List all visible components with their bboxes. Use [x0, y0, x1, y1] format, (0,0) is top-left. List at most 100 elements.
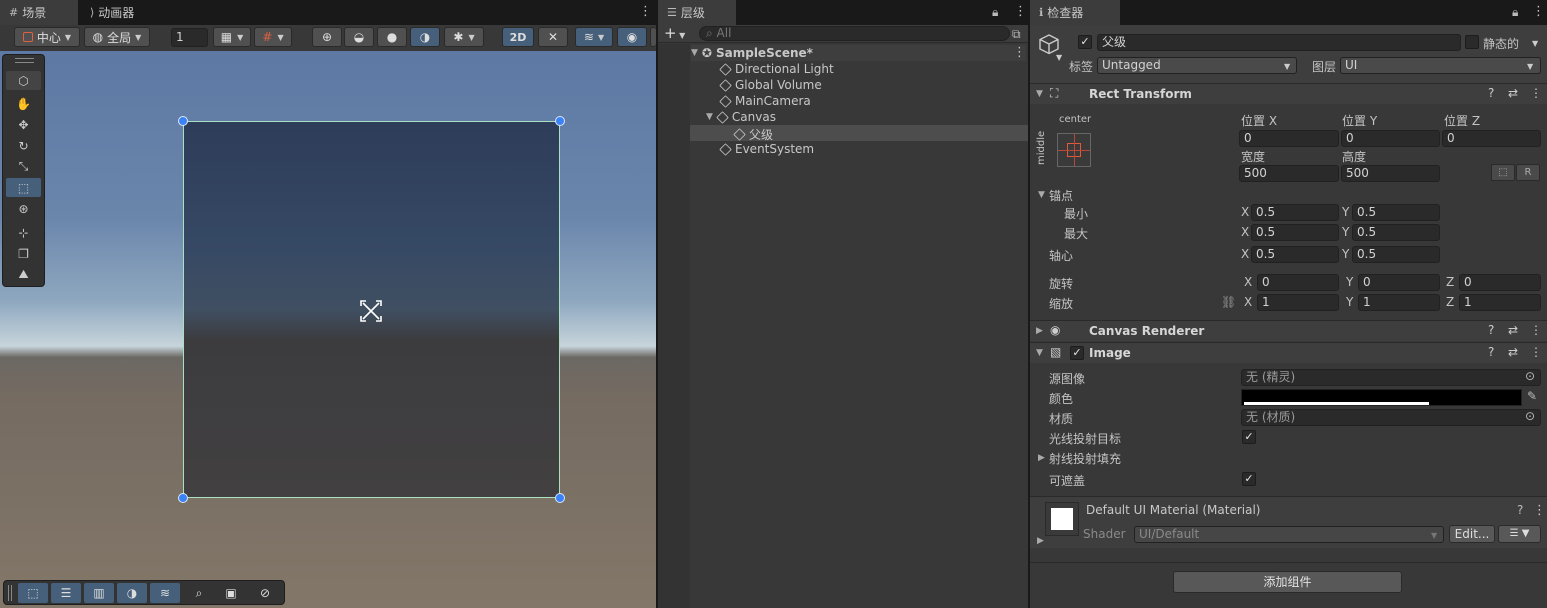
maskable-checkbox[interactable]: ✓ — [1242, 472, 1256, 486]
layer-dropdown[interactable]: UI — [1340, 57, 1541, 74]
shader-dropdown[interactable]: UI/Default — [1134, 526, 1444, 543]
canvas-renderer-header[interactable]: ▶ ◉ Canvas Renderer ? ⇄ ⋮ — [1030, 320, 1547, 341]
anchor-min-y-field[interactable]: 0.5 — [1352, 204, 1440, 221]
object-picker-icon[interactable]: ⊙ — [1525, 369, 1535, 383]
expand-arrow-icon[interactable]: ▶ — [1038, 453, 1045, 463]
anchor-min-x-field[interactable]: 0.5 — [1251, 204, 1339, 221]
shaded-wireframe-button[interactable]: ◒ — [344, 27, 374, 47]
image-enabled-checkbox[interactable]: ✓ — [1070, 346, 1084, 360]
palette-drag-handle[interactable] — [15, 58, 34, 63]
scene-row[interactable]: ▼ ✪ SampleScene* — [691, 45, 1026, 61]
component-menu-icon[interactable]: ⋮ — [1530, 345, 1542, 359]
material-preview[interactable] — [1045, 502, 1079, 536]
wireframe-button[interactable]: ⊕ — [312, 27, 342, 47]
rect-handle-tl[interactable] — [178, 116, 188, 126]
edit-shader-button[interactable]: Edit... — [1449, 525, 1495, 543]
help-icon[interactable]: ? — [1488, 323, 1494, 337]
overlay-layers-icon[interactable]: ≋ — [150, 583, 180, 603]
hierarchy-item[interactable]: EventSystem — [719, 142, 814, 156]
lock-icon[interactable]: 🔒︎ — [992, 5, 998, 20]
hierarchy-menu-icon[interactable]: ⋮ — [1014, 5, 1027, 18]
component-menu-icon[interactable]: ⋮ — [1530, 86, 1542, 100]
tag-dropdown[interactable]: Untagged — [1097, 57, 1297, 74]
pivot-dropdown[interactable]: 中心 ▼ — [14, 27, 80, 47]
space-dropdown[interactable]: ◍ 全局 ▼ — [84, 27, 150, 47]
rotation-z-field[interactable]: 0 — [1459, 274, 1541, 291]
tab-hierarchy[interactable]: ☰ 层级 — [658, 0, 736, 25]
pos-x-field[interactable]: 0 — [1239, 130, 1339, 147]
overlay-compass-icon[interactable]: ⊘ — [250, 583, 280, 603]
pivot-x-field[interactable]: 0.5 — [1251, 246, 1339, 263]
anchor-presets-button[interactable] — [1057, 133, 1091, 167]
transform-tool-icon[interactable]: ⊛ — [6, 199, 41, 218]
tab-inspector[interactable]: ℹ 检查器 — [1030, 0, 1120, 25]
presets-icon[interactable]: ⇄ — [1508, 323, 1518, 337]
raw-edit-button[interactable]: R — [1516, 164, 1540, 181]
hierarchy-item-selected[interactable]: 父级 — [733, 126, 773, 143]
scene-row-menu-icon[interactable]: ⋮ — [1013, 46, 1026, 59]
mode-2d-button[interactable]: 2D — [502, 27, 534, 47]
hierarchy-item[interactable]: Global Volume — [719, 78, 822, 92]
overlay-camera-icon[interactable]: ▣ — [216, 583, 246, 603]
hierarchy-item[interactable]: ▼ Canvas — [706, 110, 776, 124]
grid-snap-button[interactable]: ▦ ▼ — [213, 27, 251, 47]
add-component-button[interactable]: 添加组件 — [1173, 571, 1402, 593]
tab-animator[interactable]: ⟩ 动画器 — [81, 0, 161, 25]
expand-arrow-icon[interactable]: ▶ — [1037, 536, 1044, 546]
unlit-button[interactable]: ◑ — [410, 27, 440, 47]
presets-icon[interactable]: ⇄ — [1508, 345, 1518, 359]
overlay-shading-icon[interactable]: ◑ — [117, 583, 147, 603]
pivot-y-field[interactable]: 0.5 — [1352, 246, 1440, 263]
scale-tool-icon[interactable]: ⤡ — [6, 157, 41, 176]
help-icon[interactable]: ? — [1488, 86, 1494, 100]
view-cube-icon[interactable]: ⬡ — [6, 71, 41, 90]
inspector-menu-icon[interactable]: ⋮ — [1532, 5, 1545, 18]
image-header[interactable]: ▼ ▧ Image ? ⇄ ⋮ — [1030, 342, 1547, 363]
toolbar-overflow[interactable] — [650, 27, 656, 47]
material-field[interactable]: 无 (材质) — [1241, 409, 1541, 426]
object-picker-icon[interactable]: ⊙ — [1525, 409, 1535, 423]
chevron-down-icon[interactable]: ▼ — [1056, 53, 1062, 62]
color-swatch[interactable] — [1241, 389, 1522, 406]
eyedropper-icon[interactable]: ✎ — [1527, 389, 1537, 403]
visibility-button[interactable]: ◉ — [617, 27, 647, 47]
pos-z-field[interactable]: 0 — [1442, 130, 1541, 147]
component-menu-icon[interactable]: ⋮ — [1530, 323, 1542, 337]
shaded-button[interactable]: ● — [377, 27, 407, 47]
scene-menu-icon[interactable]: ⋮ — [639, 5, 652, 18]
scale-x-field[interactable]: 1 — [1257, 294, 1339, 311]
rect-handle-bl[interactable] — [178, 493, 188, 503]
custom-tool-b-icon[interactable]: ❐ — [6, 244, 41, 263]
rect-handle-br[interactable] — [555, 493, 565, 503]
link-icon[interactable]: ⛓ — [1221, 295, 1236, 309]
move-tool-icon[interactable]: ✥ — [6, 115, 41, 134]
shader-options-button[interactable]: ☰ ▼ — [1498, 525, 1541, 543]
raycast-target-checkbox[interactable]: ✓ — [1242, 430, 1256, 444]
lock-icon[interactable]: 🔒︎ — [1512, 5, 1518, 20]
presets-icon[interactable]: ⇄ — [1508, 86, 1518, 100]
overlay-rect-icon[interactable]: ⬚ — [18, 583, 48, 603]
scale-y-field[interactable]: 1 — [1358, 294, 1440, 311]
object-name-field[interactable]: 父级 — [1097, 34, 1461, 51]
effects-dropdown[interactable]: ≋ ▼ — [575, 27, 613, 47]
pos-y-field[interactable]: 0 — [1341, 130, 1440, 147]
debug-draw-button[interactable]: ✱ ▼ — [444, 27, 484, 47]
custom-tool-a-icon[interactable]: ⊹ — [6, 223, 41, 242]
grid-size-field[interactable]: 1 — [171, 28, 208, 47]
height-field[interactable]: 500 — [1341, 165, 1440, 182]
scale-z-field[interactable]: 1 — [1459, 294, 1541, 311]
create-button[interactable]: + ▼ — [664, 25, 685, 44]
hierarchy-item[interactable]: MainCamera — [719, 94, 811, 108]
static-dropdown-icon[interactable]: ▼ — [1532, 39, 1538, 48]
rotation-x-field[interactable]: 0 — [1257, 274, 1339, 291]
increment-snap-button[interactable]: # ▼ — [254, 27, 292, 47]
active-checkbox[interactable]: ✓ — [1078, 35, 1092, 49]
material-menu-icon[interactable]: ⋮ — [1533, 504, 1546, 517]
rotate-tool-icon[interactable]: ↻ — [6, 136, 41, 155]
help-icon[interactable]: ? — [1517, 503, 1523, 517]
hierarchy-search[interactable]: ⌕ All — [699, 26, 1010, 41]
overlay-grid-icon[interactable]: ▥ — [84, 583, 114, 603]
help-icon[interactable]: ? — [1488, 345, 1494, 359]
blueprint-mode-button[interactable]: ⬚ — [1491, 164, 1515, 181]
search-filter-icon[interactable]: ⧉ — [1012, 27, 1021, 42]
